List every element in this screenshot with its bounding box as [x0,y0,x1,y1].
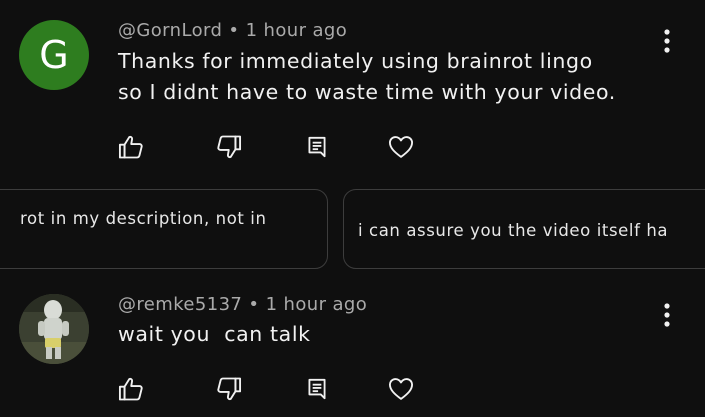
avatar[interactable]: G [19,20,89,90]
like-icon [118,377,143,401]
dislike-icon [217,135,242,159]
comment-2: @remke5137 • 1 hour ago wait you can tal… [0,273,705,417]
heart-button[interactable] [385,131,417,163]
comment-line: so I didnt have to waste time with your … [118,80,616,104]
comment-text: wait you can talk [118,319,311,350]
comment-time: 1 hour ago [265,294,368,315]
avatar-image [19,294,89,364]
meta-separator: • [248,294,260,315]
like-button[interactable] [115,131,147,163]
like-icon [118,135,143,159]
reply-icon [308,136,326,158]
comment-meta: @GornLord • 1 hour ago [118,20,347,41]
dislike-button[interactable] [213,131,245,163]
more-vert-icon [664,303,670,327]
author-handle[interactable]: @remke5137 [118,294,242,315]
dislike-icon [217,377,242,401]
comment-line: wait you can talk [118,322,311,346]
meta-separator: • [228,20,240,41]
reply-button[interactable] [301,131,333,163]
more-options-button[interactable] [655,300,679,330]
comment-text: Thanks for immediately using brainrot li… [118,46,616,108]
reply-text: i can assure you the video itself ha [358,221,669,240]
comment-time: 1 hour ago [245,20,348,41]
dislike-button[interactable] [213,373,245,405]
more-vert-icon [664,29,670,53]
heart-icon [388,378,414,400]
author-handle[interactable]: @GornLord [118,20,222,41]
like-button[interactable] [115,373,147,405]
reply-button[interactable] [301,373,333,405]
reply-card[interactable]: i can assure you the video itself ha [343,189,705,269]
reply-text: rot in my description, not in [20,209,267,228]
comment-meta: @remke5137 • 1 hour ago [118,294,367,315]
reply-icon [308,378,326,400]
more-options-button[interactable] [655,26,679,56]
reply-card[interactable]: rot in my description, not in [0,189,328,269]
comment-1: G @GornLord • 1 hour ago Thanks for imme… [0,0,705,189]
heart-button[interactable] [385,373,417,405]
avatar[interactable] [19,294,89,364]
heart-icon [388,136,414,158]
comment-line: Thanks for immediately using brainrot li… [118,49,593,73]
replies-carousel[interactable]: rot in my description, not in i can assu… [0,189,705,273]
